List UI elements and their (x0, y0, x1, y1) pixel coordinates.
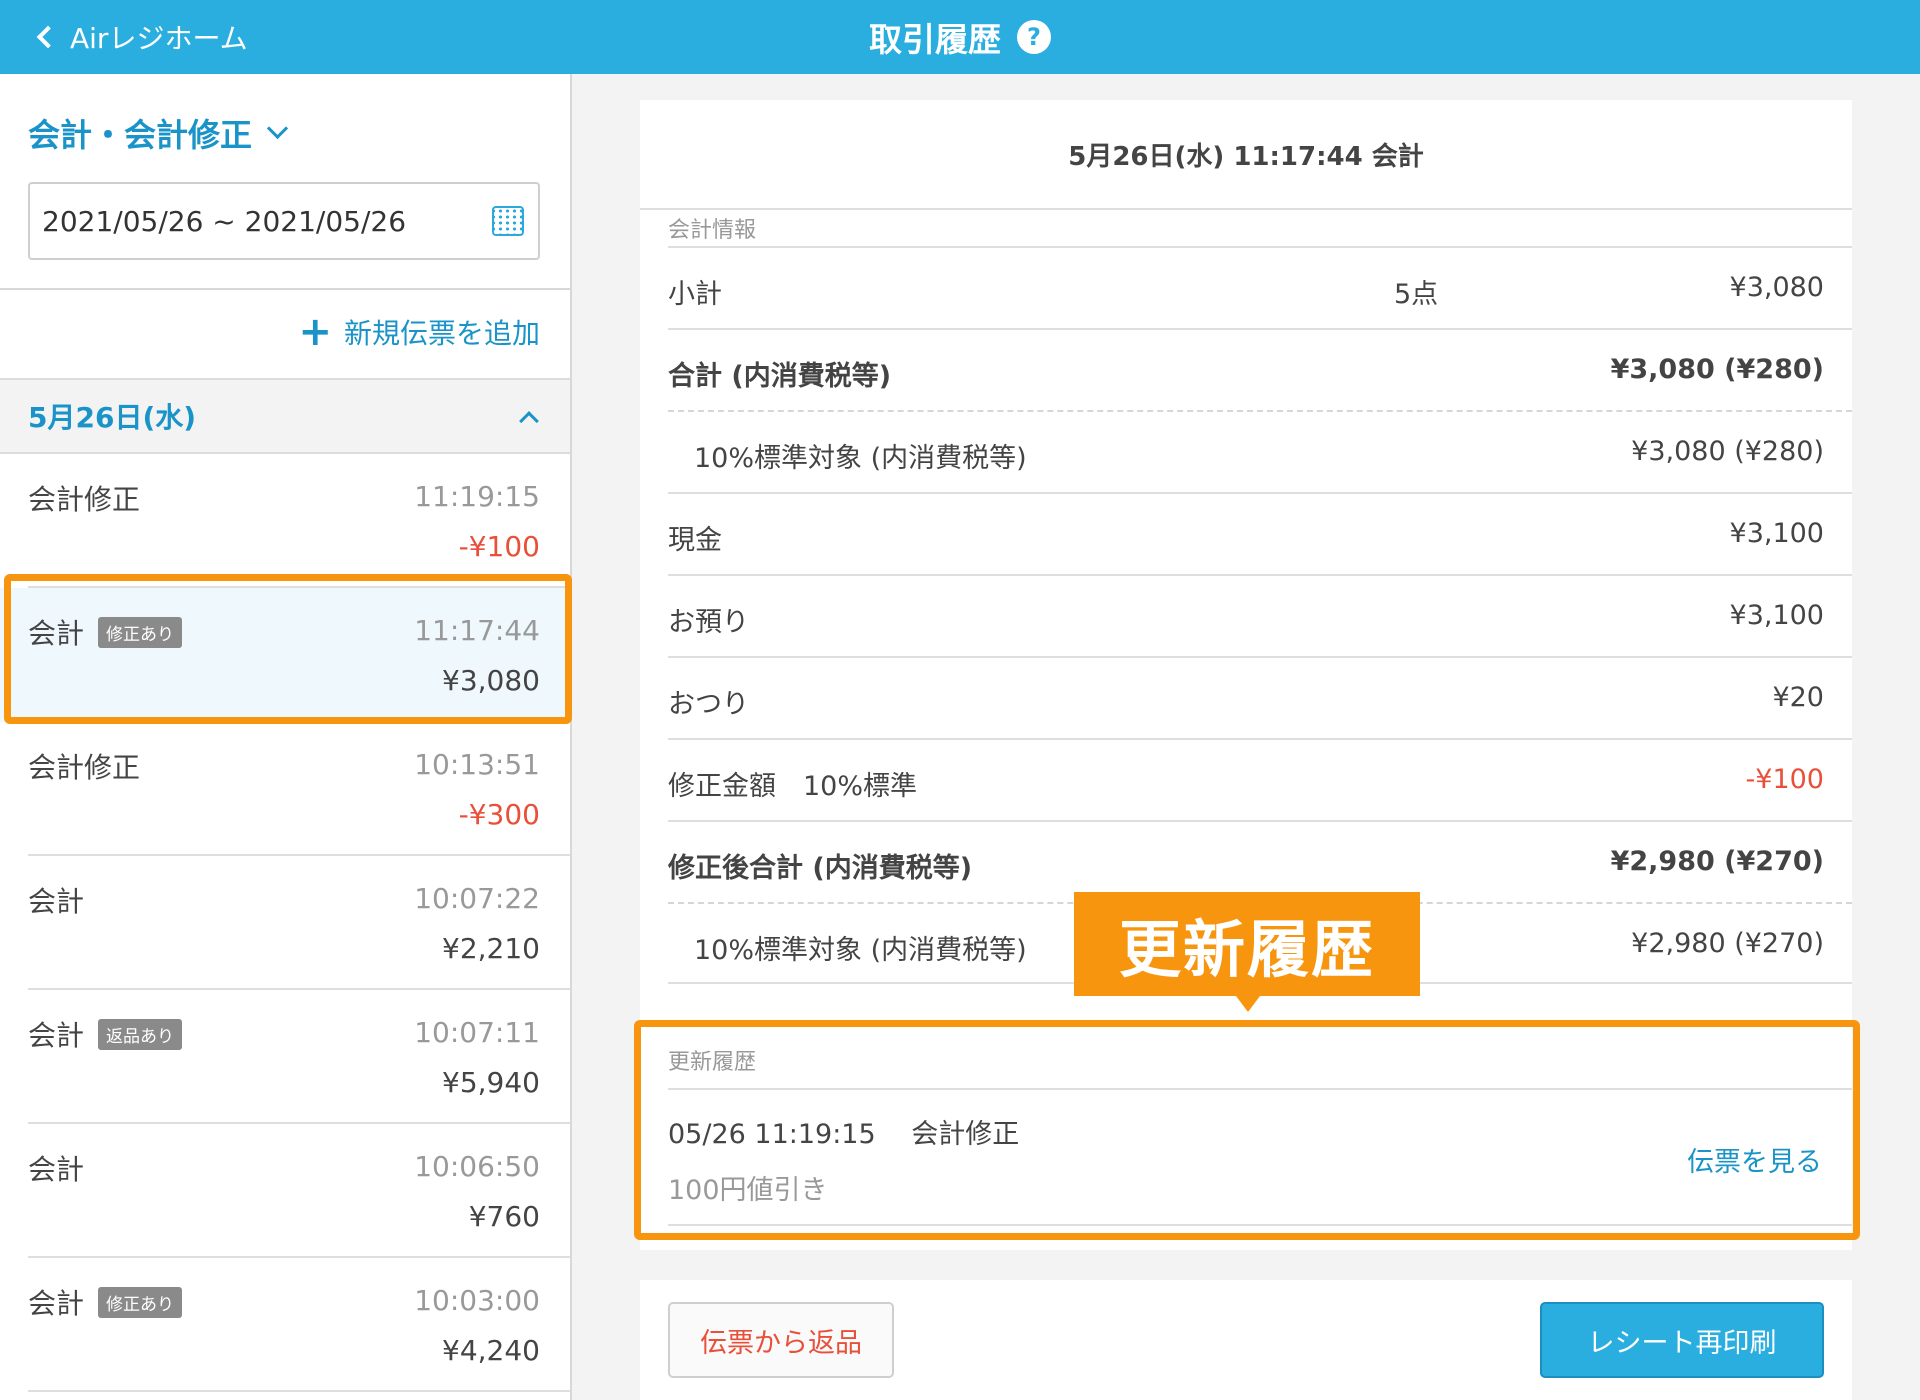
transaction-item[interactable]: 会計修正 10:13:51 -¥300 (0, 722, 570, 856)
transaction-name: 会計 (28, 885, 85, 918)
transaction-amount: -¥300 (458, 798, 540, 831)
detail-row-total: 合計 (内消費税等) ¥3,080 (¥280) (668, 328, 1852, 410)
transaction-amount: ¥3,080 (442, 664, 540, 697)
update-history-label: 更新履歴 (668, 1050, 757, 1075)
section-label: 会計情報 (668, 218, 757, 243)
row-value: ¥3,100 (1729, 600, 1824, 631)
page-title-wrap: 取引履歴 ? (0, 0, 1920, 74)
divider (28, 1390, 570, 1392)
row-value: ¥2,980 (¥270) (1631, 928, 1824, 959)
row-label: 合計 (内消費税等) (668, 361, 892, 392)
row-value: ¥2,980 (¥270) (1610, 846, 1824, 877)
detail-rows: 小計 5点 ¥3,080 合計 (内消費税等) ¥3,080 (¥280) 10… (668, 246, 1852, 984)
transaction-detail-card: 5月26日(水) 11:17:44 会計 会計情報 小計 5点 ¥3,080 合… (640, 100, 1852, 1250)
transaction-amount: ¥5,940 (442, 1066, 540, 1099)
date-range-value: 2021/05/26 ~ 2021/05/26 (42, 204, 407, 238)
view-slip-link[interactable]: 伝票を見る (1687, 1140, 1822, 1179)
row-value: ¥3,100 (1729, 518, 1824, 549)
update-entry: 05/26 11:19:15 会計修正 (668, 1119, 1020, 1150)
filter-dropdown[interactable]: 会計・会計修正 (28, 110, 289, 156)
transaction-name: 会計修正 (28, 751, 141, 784)
status-badge: 返品あり (98, 1018, 183, 1050)
detail-row-corrected-total: 修正後合計 (内消費税等) ¥2,980 (¥270) (668, 820, 1852, 902)
row-label: 現金 (668, 525, 722, 556)
help-icon[interactable]: ? (1017, 20, 1051, 54)
divider (668, 1088, 1852, 1090)
transaction-amount: ¥760 (468, 1200, 540, 1233)
transaction-time: 10:06:50 (414, 1150, 540, 1183)
transaction-time: 10:07:11 (414, 1016, 540, 1049)
return-from-slip-button[interactable]: 伝票から返品 (668, 1302, 894, 1378)
transaction-time: 10:13:51 (414, 748, 540, 781)
status-badge: 修正あり (98, 1286, 183, 1318)
transaction-item-selected[interactable]: 会計 修正あり 11:17:44 ¥3,080 (0, 588, 570, 722)
transaction-item[interactable]: 会計修正 11:19:15 -¥100 (0, 454, 570, 588)
transaction-amount: ¥4,240 (442, 1334, 540, 1367)
row-label: 修正金額 10%標準 (668, 771, 918, 802)
row-label: 修正後合計 (内消費税等) (668, 853, 973, 884)
transaction-item[interactable]: 会計 10:06:50 ¥760 (0, 1124, 570, 1258)
detail-row-subtotal: 小計 5点 ¥3,080 (668, 246, 1852, 328)
divider (0, 288, 570, 290)
status-badge: 修正あり (98, 616, 183, 648)
annotation-callout: 更新履歴 (1074, 892, 1420, 1012)
calendar-icon[interactable] (492, 206, 524, 236)
row-value: -¥100 (1745, 764, 1824, 795)
row-value: ¥3,080 (¥280) (1631, 436, 1824, 467)
transaction-item[interactable]: 会計 10:07:22 ¥2,210 (0, 856, 570, 990)
transaction-name: 会計 (28, 1287, 85, 1320)
detail-row-tax: 10%標準対象 (内消費税等) ¥3,080 (¥280) (668, 410, 1852, 492)
transaction-name: 会計 (28, 1019, 85, 1052)
row-value: ¥3,080 (¥280) (1610, 354, 1824, 385)
chevron-up-icon[interactable] (519, 411, 539, 431)
detail-row-correction: 修正金額 10%標準 -¥100 (668, 738, 1852, 820)
row-label: お預り (668, 607, 749, 638)
plus-icon: + (298, 309, 332, 355)
update-note: 100円値引き (668, 1175, 828, 1206)
transaction-time: 10:03:00 (414, 1284, 540, 1317)
transaction-item[interactable]: 会計 修正あり 10:03:00 ¥4,240 (0, 1258, 570, 1392)
row-quantity: 5点 (1394, 279, 1439, 310)
transaction-time: 11:17:44 (414, 614, 540, 647)
row-label: 小計 (668, 279, 722, 310)
transaction-name: 会計修正 (28, 483, 141, 516)
add-new-slip-button[interactable]: + 新規伝票を追加 (298, 312, 540, 352)
day-label: 5月26日(水) (28, 401, 197, 434)
transaction-time: 10:07:22 (414, 882, 540, 915)
page-title: 取引履歴 (869, 20, 1001, 59)
transaction-amount: ¥2,210 (442, 932, 540, 965)
transaction-name: 会計 (28, 617, 85, 650)
transaction-time: 11:19:15 (414, 480, 540, 513)
transaction-amount: -¥100 (458, 530, 540, 563)
date-range-field[interactable]: 2021/05/26 ~ 2021/05/26 (28, 182, 540, 260)
app-header: Airレジホーム 取引履歴 ? (0, 0, 1920, 74)
transaction-item[interactable]: 会計 返品あり 10:07:11 ¥5,940 (0, 990, 570, 1124)
row-label: 10%標準対象 (内消費税等) (694, 443, 1027, 474)
reprint-receipt-button[interactable]: レシート再印刷 (1540, 1302, 1824, 1378)
detail-row-cash: 現金 ¥3,100 (668, 492, 1852, 574)
row-label: 10%標準対象 (内消費税等) (694, 935, 1027, 966)
chevron-down-icon (266, 117, 289, 139)
row-value: ¥20 (1772, 682, 1824, 713)
divider (668, 1224, 1852, 1226)
row-label: おつり (668, 689, 749, 720)
filter-label: 会計・会計修正 (28, 116, 253, 154)
detail-row-change: おつり ¥20 (668, 656, 1852, 738)
row-value: ¥3,080 (1729, 272, 1824, 303)
transaction-name: 会計 (28, 1153, 85, 1186)
transaction-list-panel: 会計・会計修正 2021/05/26 ~ 2021/05/26 + 新規伝票を追… (0, 74, 572, 1400)
detail-title: 5月26日(水) 11:17:44 会計 (640, 100, 1852, 210)
detail-row-deposit: お預り ¥3,100 (668, 574, 1852, 656)
action-bar: 伝票から返品 レシート再印刷 (640, 1280, 1852, 1400)
add-new-label: 新規伝票を追加 (343, 317, 540, 350)
day-group-header[interactable]: 5月26日(水) (0, 378, 570, 454)
